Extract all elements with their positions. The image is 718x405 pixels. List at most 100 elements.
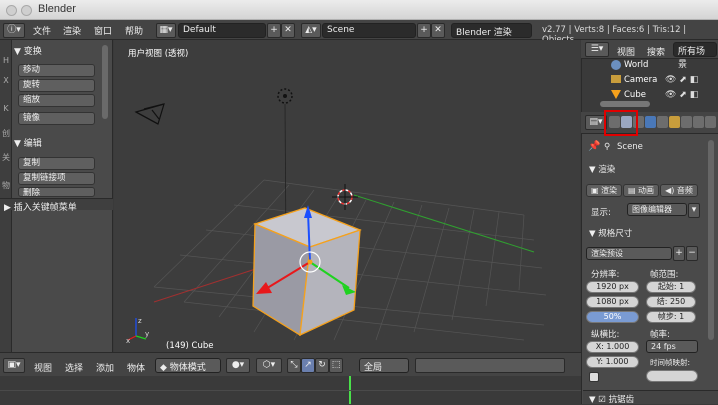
render-preset-selector[interactable]: 渲染预设 xyxy=(586,247,672,260)
add-preset-icon[interactable]: + xyxy=(673,246,685,261)
resolution-y-field[interactable]: 1080 px xyxy=(586,296,639,308)
frame-range-label: 帧范围: xyxy=(650,270,679,280)
camera-icon[interactable] xyxy=(134,103,165,125)
constraints-tab-icon[interactable] xyxy=(669,116,680,128)
keyframe-header-label: 插入关键帧菜单 xyxy=(13,203,77,213)
dimensions-panel-header[interactable]: ▼ 规格尺寸 xyxy=(589,227,632,239)
manipulator-toggle-icon[interactable]: ⤡ xyxy=(287,358,301,373)
aspect-y-field[interactable]: Y: 1.000 xyxy=(586,356,639,368)
resolution-x-field[interactable]: 1920 px xyxy=(586,281,639,293)
shelf-tab[interactable]: H xyxy=(0,56,12,65)
scene-selector[interactable]: Scene xyxy=(322,23,416,38)
render-header-label: 渲染 xyxy=(598,165,616,175)
remove-preset-icon[interactable]: − xyxy=(686,246,698,261)
shelf-tab[interactable]: 关 xyxy=(0,152,12,163)
resolution-percent-slider[interactable]: 50% xyxy=(586,311,639,323)
outliner-menu-search[interactable]: 搜索 xyxy=(647,45,665,58)
anti-alias-panel-header[interactable]: ▼ ☑ 抗锯齿 xyxy=(589,393,634,405)
window-title: Blender xyxy=(38,3,76,15)
add-layout-icon[interactable]: + xyxy=(267,23,281,38)
pin-icon[interactable]: 📌 xyxy=(588,141,600,152)
outliner-item-camera[interactable]: Camera xyxy=(624,75,657,85)
edit-header-label: 编辑 xyxy=(23,139,42,149)
menu-file[interactable]: 文件 xyxy=(33,24,51,37)
render-slot-icon[interactable]: ▾ xyxy=(688,203,700,218)
view3d-editor-icon[interactable]: ▣▾ xyxy=(3,358,25,373)
aspect-x-field[interactable]: X: 1.000 xyxy=(586,341,639,353)
cube-visibility-icon[interactable]: 👁 ⬈ ◧ xyxy=(665,90,698,100)
menu-window[interactable]: 窗口 xyxy=(94,24,112,37)
menu-select[interactable]: 选择 xyxy=(65,361,83,374)
display-selector[interactable]: 图像编辑器 xyxy=(627,203,687,216)
menu-object[interactable]: 物体 xyxy=(127,361,145,374)
mirror-button[interactable]: 镜像 xyxy=(18,112,95,125)
frame-end-field[interactable]: 结: 250 xyxy=(646,296,696,308)
layout-selector[interactable]: Default xyxy=(178,23,266,38)
camera-object-icon xyxy=(611,75,621,83)
outliner-item-cube[interactable]: Cube xyxy=(624,90,646,100)
add-scene-icon[interactable]: + xyxy=(417,23,431,38)
layer-buttons[interactable] xyxy=(415,358,565,373)
shelf-scrollbar[interactable] xyxy=(102,45,108,119)
shelf-tab[interactable]: K xyxy=(0,104,12,113)
render-audio-button[interactable]: ◀) 音频 xyxy=(660,184,698,197)
rotate-manipulator-icon[interactable]: ↻ xyxy=(315,358,329,373)
editor-type-icon[interactable]: ⓘ▾ xyxy=(3,23,25,38)
minimize-window-button[interactable] xyxy=(21,5,32,16)
outliner-item-world[interactable]: World xyxy=(624,60,648,70)
rotate-button[interactable]: 旋转 xyxy=(18,79,95,92)
orientation-selector[interactable]: 全局 xyxy=(359,358,409,373)
scene-context-icon: ⚲ xyxy=(604,142,611,152)
scale-manipulator-icon[interactable]: ⬚ xyxy=(329,358,343,373)
translate-manipulator-icon[interactable]: ↗ xyxy=(301,358,315,373)
scene-icon[interactable]: ◭▾ xyxy=(301,23,321,38)
render-engine-selector[interactable]: Blender 渲染 xyxy=(451,23,532,38)
shading-icon[interactable]: ●▾ xyxy=(226,358,250,373)
mode-selector[interactable]: ◆ 物体模式 xyxy=(155,358,221,373)
menu-view[interactable]: 视图 xyxy=(34,361,52,374)
camera-visibility-icon[interactable]: 👁 ⬈ ◧ xyxy=(665,75,698,85)
edit-panel-header[interactable]: ▼ 编辑 xyxy=(14,136,42,149)
shelf-tab[interactable]: X xyxy=(0,76,12,85)
mode-label: 物体模式 xyxy=(169,363,206,373)
data-tab-icon[interactable] xyxy=(693,116,704,128)
viewport-view-label: 用户视图 (透视) xyxy=(128,49,189,59)
menu-render[interactable]: 渲染 xyxy=(63,24,81,37)
close-window-button[interactable] xyxy=(6,5,17,16)
transform-panel-header[interactable]: ▼ 变换 xyxy=(14,44,42,57)
duplicate-button[interactable]: 复制 xyxy=(18,157,95,170)
keyframe-panel-header[interactable]: ▶ 插入关键帧菜单 xyxy=(4,200,77,213)
remove-scene-icon[interactable]: ✕ xyxy=(431,23,445,38)
shelf-tab[interactable]: 创 xyxy=(0,128,12,139)
render-panel-header[interactable]: ▼ 渲染 xyxy=(589,163,615,175)
translate-button[interactable]: 移动 xyxy=(18,64,95,77)
frame-step-field[interactable]: 帧步: 1 xyxy=(646,311,696,323)
scale-button[interactable]: 缩放 xyxy=(18,94,95,107)
outliner-menu-view[interactable]: 视图 xyxy=(617,45,635,58)
outliner-editor-icon[interactable]: ☰▾ xyxy=(585,42,609,57)
delete-button[interactable]: 删除 xyxy=(18,187,95,197)
material-tab-icon[interactable] xyxy=(705,116,716,128)
time-remap-old-field[interactable] xyxy=(646,370,698,382)
remove-layout-icon[interactable]: ✕ xyxy=(281,23,295,38)
frame-start-field[interactable]: 起始: 1 xyxy=(646,281,696,293)
duplicate-linked-button[interactable]: 复制链接项 xyxy=(18,172,95,185)
menu-add[interactable]: 添加 xyxy=(96,361,114,374)
3d-cursor-icon[interactable] xyxy=(332,184,358,210)
outliner-filter-selector[interactable]: 所有场景 xyxy=(673,42,717,70)
object-tab-icon[interactable] xyxy=(657,116,668,128)
3d-viewport[interactable]: z x y xyxy=(114,40,580,352)
menu-help[interactable]: 帮助 xyxy=(125,24,143,37)
shelf-tab[interactable]: 物 xyxy=(0,180,12,191)
render-still-button[interactable]: ▣ 渲染 xyxy=(586,184,622,197)
render-animation-button[interactable]: ▤ 动画 xyxy=(623,184,659,197)
border-checkbox[interactable] xyxy=(589,372,599,382)
pivot-icon[interactable]: ⬡▾ xyxy=(256,358,282,373)
outliner-hscroll[interactable] xyxy=(600,101,650,107)
fps-selector[interactable]: 24 fps xyxy=(646,340,698,353)
screen-layout-icon[interactable]: ▦▾ xyxy=(156,23,176,38)
svg-text:z: z xyxy=(138,317,142,325)
world-tab-icon[interactable] xyxy=(645,116,656,128)
properties-scrollbar[interactable] xyxy=(708,140,714,340)
modifiers-tab-icon[interactable] xyxy=(681,116,692,128)
